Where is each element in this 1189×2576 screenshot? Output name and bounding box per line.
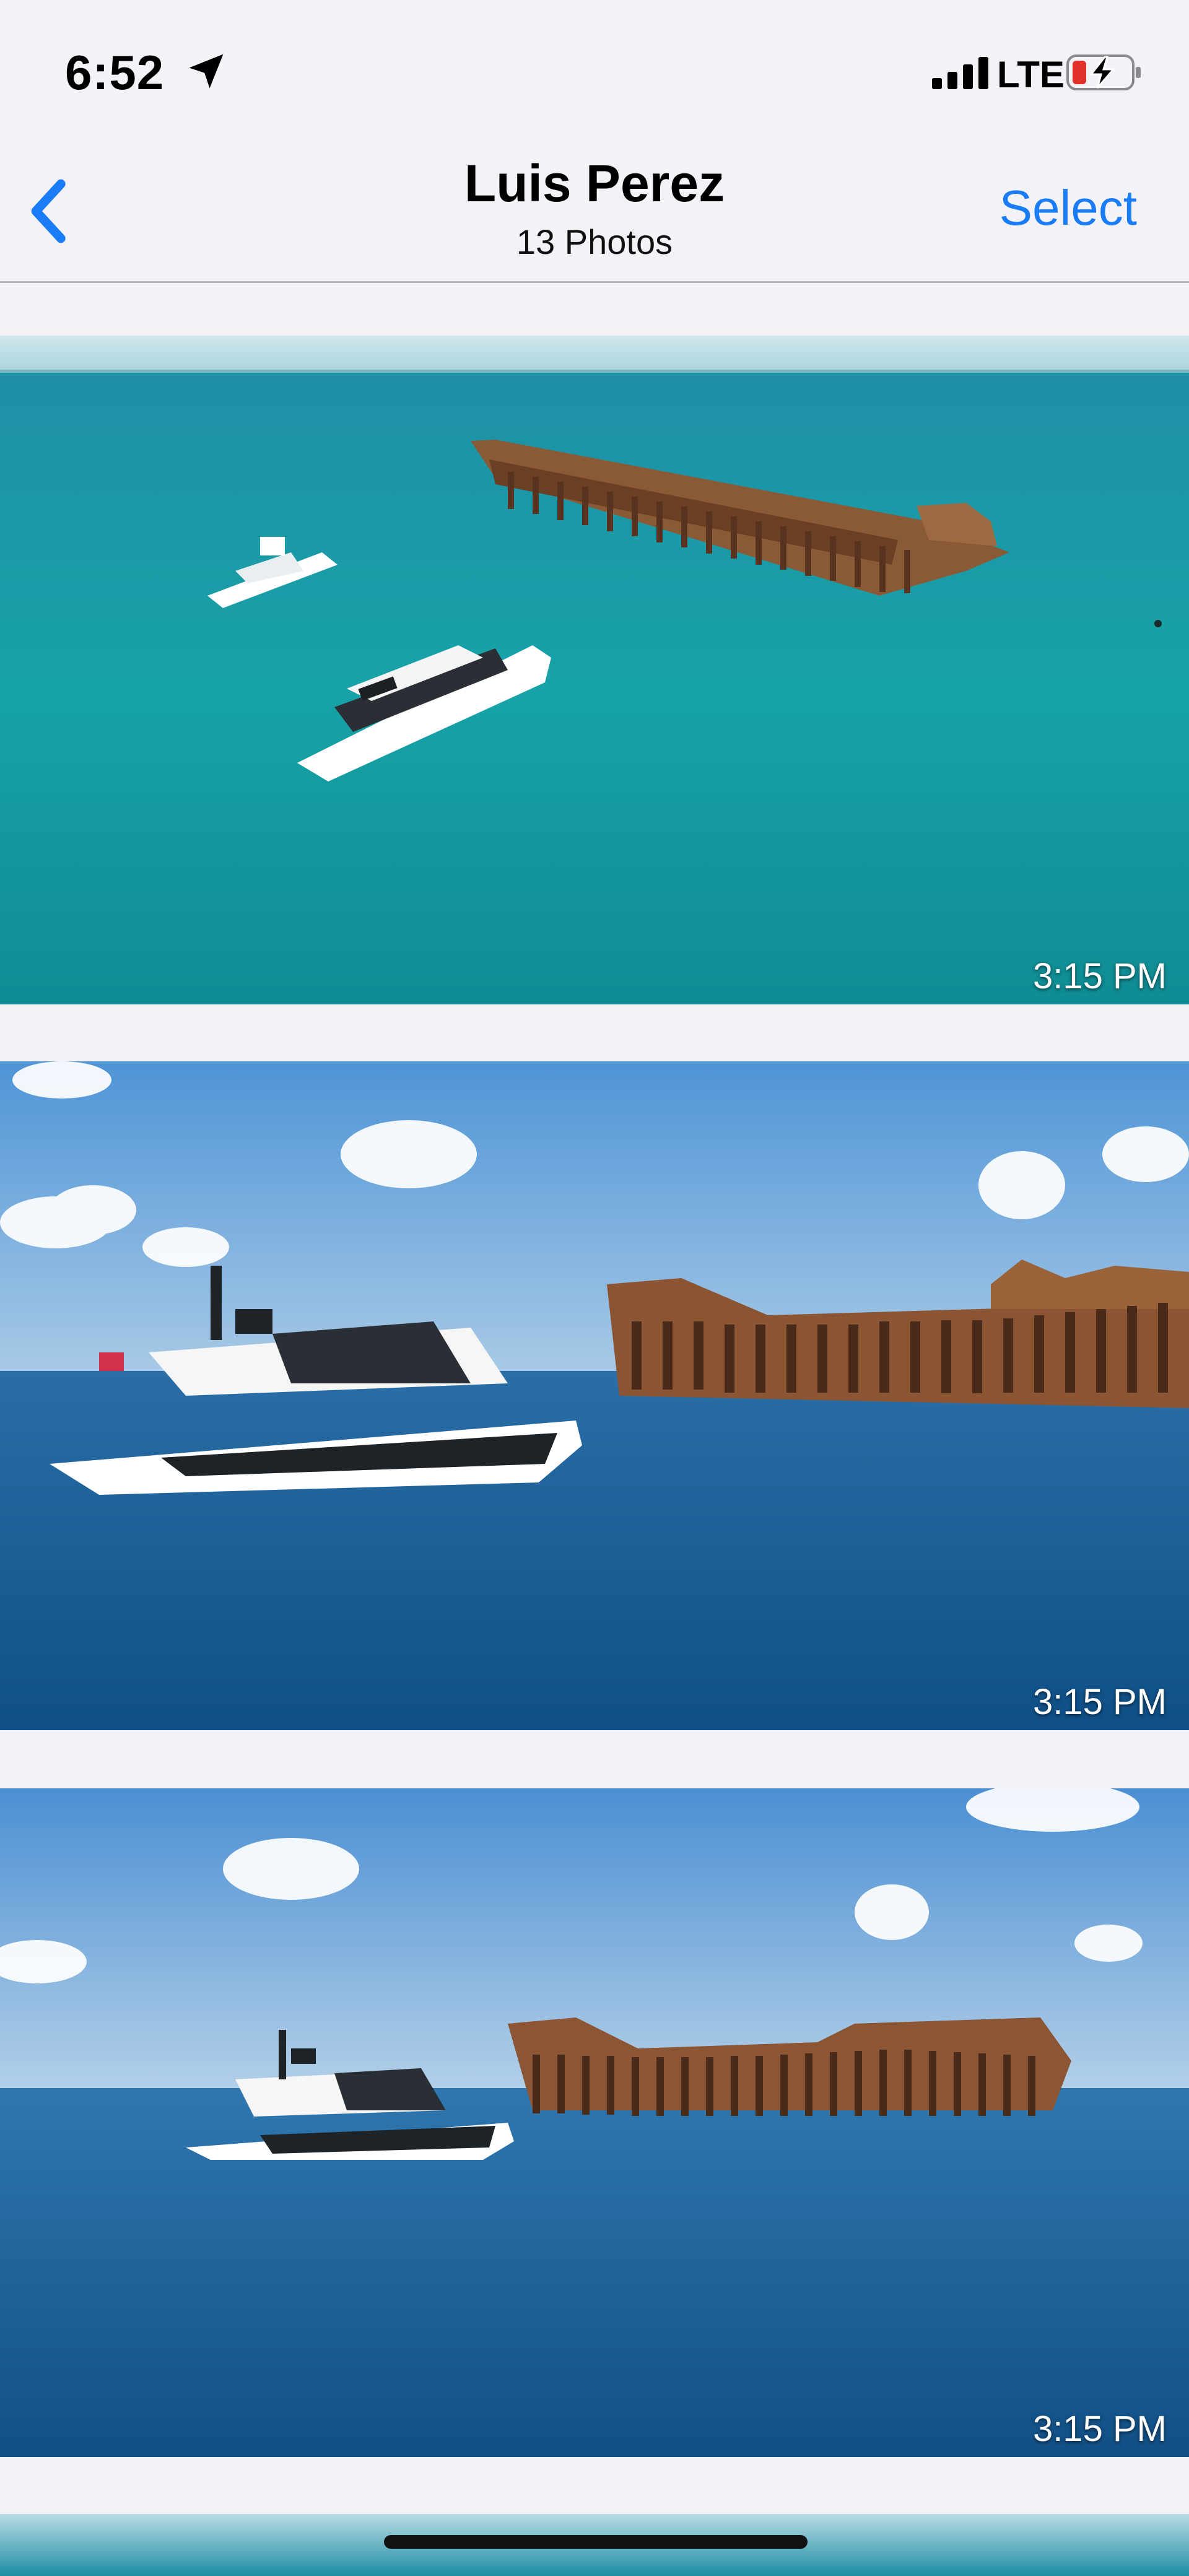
home-indicator[interactable] [384, 2535, 808, 2549]
photo-timestamp: 3:15 PM [1033, 1682, 1167, 1722]
wreck-wide-photo [0, 1788, 1189, 2457]
network-type: LTE [997, 54, 1065, 95]
photo-timestamp: 3:15 PM [1033, 956, 1167, 996]
photo-thumbnail[interactable]: 3:15 PM [0, 1788, 1189, 2457]
navigation-bar: Luis Perez 13 Photos Select [0, 149, 1189, 283]
photo-timestamp: 3:15 PM [1033, 2409, 1167, 2449]
location-arrow-icon [189, 54, 224, 89]
photo-thumbnail[interactable]: 3:15 PM [0, 1061, 1189, 1730]
select-button[interactable]: Select [1000, 180, 1137, 237]
signal-bars-icon [932, 57, 988, 89]
shipwreck-aerial-photo [0, 336, 1189, 1004]
photo-thumbnail[interactable]: 3:15 PM [0, 336, 1189, 1004]
battery-charging-icon [1066, 54, 1141, 90]
status-bar: 6:52 LTE [0, 0, 1189, 149]
status-time: 6:52 [65, 45, 165, 100]
yacht-and-wreck-photo [0, 1061, 1189, 1730]
